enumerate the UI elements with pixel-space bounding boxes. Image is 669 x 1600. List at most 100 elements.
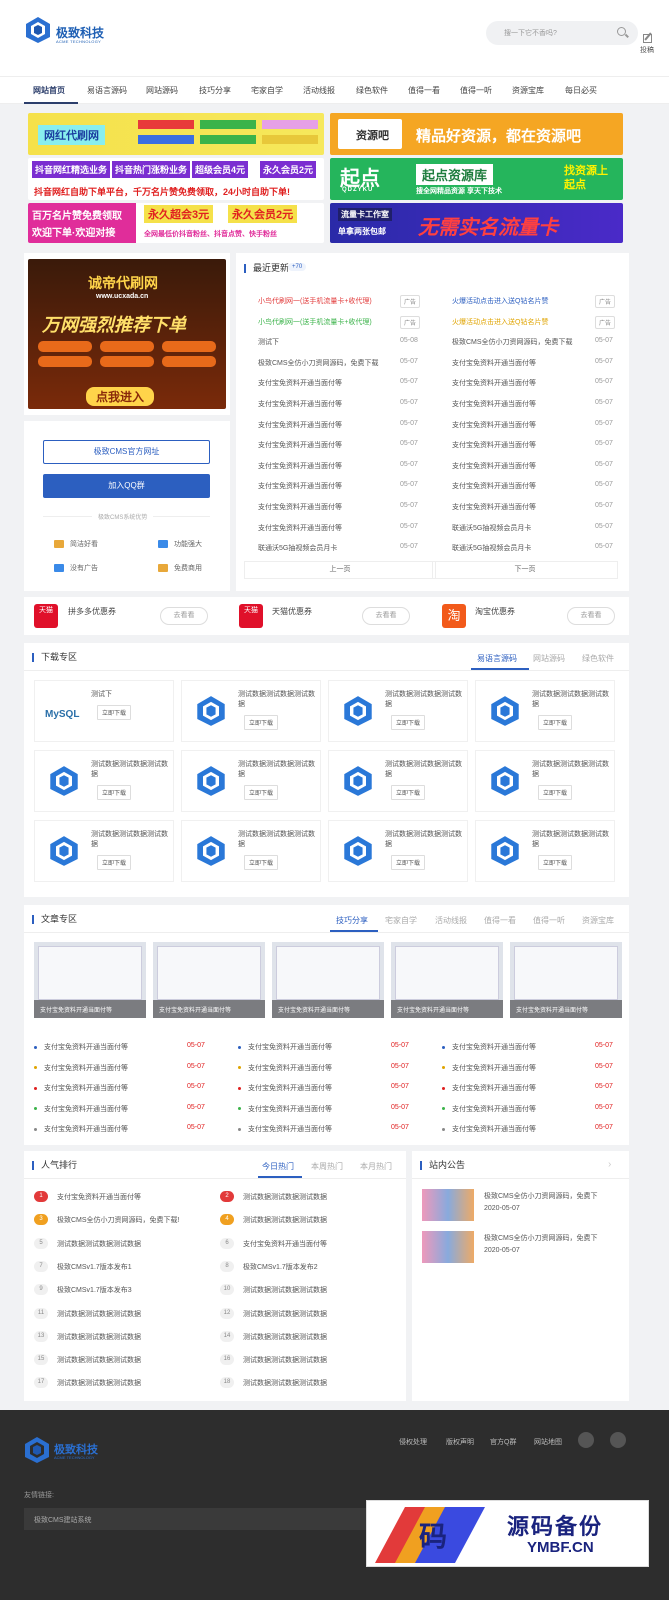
article-list-item[interactable]: 支付宝免资料开通当面付等	[34, 1083, 128, 1093]
recent-item-title[interactable]: 支付宝免资料开通当面付等	[258, 378, 342, 388]
ad-banner[interactable]: 资源吧 精品好资源，都在资源吧	[330, 113, 623, 155]
coupon-title[interactable]: 天猫优惠券	[272, 606, 312, 617]
tab[interactable]: 本月热门	[360, 1161, 392, 1172]
download-button[interactable]: 立即下载	[97, 855, 132, 870]
article-title[interactable]: 支付宝免资料开通当面付等	[44, 1085, 128, 1092]
article-title[interactable]: 支付宝免资料开通当面付等	[248, 1044, 332, 1051]
download-button[interactable]: 立即下载	[538, 785, 573, 800]
nav-item[interactable]: 技巧分享	[199, 85, 231, 96]
article-title[interactable]: 支付宝免资料开通当面付等	[248, 1085, 332, 1092]
article-title[interactable]: 支付宝免资料开通当面付等	[44, 1126, 128, 1133]
download-button[interactable]: 立即下载	[538, 855, 573, 870]
recent-item-title[interactable]: 支付宝免资料开通当面付等	[452, 420, 536, 430]
article-title[interactable]: 支付宝免资料开通当面付等	[248, 1126, 332, 1133]
official-site-button[interactable]: 极致CMS官方网址	[43, 440, 210, 464]
notice-title[interactable]: 极致CMS全仿小刀资网源码，免费下	[484, 1233, 598, 1243]
rank-title[interactable]: 测试数据测试数据测试数据	[243, 1309, 327, 1319]
tab[interactable]: 易语言源码	[477, 653, 517, 664]
article-list-item[interactable]: 支付宝免资料开通当面付等	[34, 1124, 128, 1134]
footer-link[interactable]: 网站地图	[534, 1437, 562, 1447]
rank-title[interactable]: 测试数据测试数据测试数据	[57, 1332, 141, 1342]
notice-thumbnail[interactable]	[422, 1231, 474, 1263]
download-button[interactable]: 立即下载	[97, 785, 132, 800]
article-title[interactable]: 支付宝免资料开通当面付等	[452, 1106, 536, 1113]
download-item[interactable]: 测试数据测试数据测试数据 立即下载	[328, 750, 468, 812]
nav-item[interactable]: 易语言源码	[87, 85, 127, 96]
rank-title[interactable]: 测试数据测试数据测试数据	[57, 1309, 141, 1319]
download-item[interactable]: 测试数据测试数据测试数据 立即下载	[475, 750, 615, 812]
ad-banner[interactable]: 流量卡工作室 单拿两张包邮 无需实名流量卡	[330, 203, 623, 243]
recent-item-title[interactable]: 小鸟代刷网一(送手机流量卡+收代理)	[258, 296, 372, 306]
article-title[interactable]: 支付宝免资料开通当面付等	[44, 1044, 128, 1051]
recent-item-title[interactable]: 支付宝免资料开通当面付等	[452, 399, 536, 409]
tab[interactable]: 值得一听	[533, 915, 565, 926]
rank-title[interactable]: 支付宝免资料开通当面付等	[243, 1239, 327, 1249]
nav-item[interactable]: 每日必买	[565, 85, 597, 96]
recent-item-title[interactable]: 火爆活动点击进入送Q钻名片赞	[452, 296, 548, 306]
article-thumbnail[interactable]: 支付宝免资料开通当面付等	[34, 942, 146, 1018]
download-button[interactable]: 立即下载	[97, 705, 132, 720]
recent-item-title[interactable]: 联通沃5G抽视频会员月卡	[258, 543, 337, 553]
recent-item-title[interactable]: 支付宝免资料开通当面付等	[258, 523, 342, 533]
article-list-item[interactable]: 支付宝免资料开通当面付等	[238, 1124, 332, 1134]
article-list-item[interactable]: 支付宝免资料开通当面付等	[34, 1063, 128, 1073]
join-qq-group-button[interactable]: 加入QQ群	[43, 474, 210, 498]
article-list-item[interactable]: 支付宝免资料开通当面付等	[34, 1104, 128, 1114]
download-button[interactable]: 立即下载	[244, 785, 279, 800]
next-page-button[interactable]: 下一页	[432, 561, 618, 579]
prev-page-button[interactable]: 上一页	[244, 561, 436, 579]
recent-item-title[interactable]: 火爆活动点击进入送Q钻名片赞	[452, 317, 548, 327]
article-thumbnail[interactable]: 支付宝免资料开通当面付等	[391, 942, 503, 1018]
coupon-title[interactable]: 拼多多优惠券	[68, 606, 116, 617]
article-list-item[interactable]: 支付宝免资料开通当面付等	[442, 1104, 536, 1114]
ad-banner[interactable]: 抖音网红精选业务 抖音热门涨粉业务 超级会员4元 永久会员2元 抖音网红自助下单…	[28, 158, 324, 200]
recent-item-title[interactable]: 支付宝免资料开通当面付等	[452, 378, 536, 388]
rank-title[interactable]: 测试数据测试数据测试数据	[243, 1378, 327, 1388]
rank-title[interactable]: 极致CMSv1.7版本发布3	[57, 1285, 132, 1295]
recent-item-title[interactable]: 支付宝免资料开通当面付等	[452, 358, 536, 368]
recent-item-title[interactable]: 支付宝免资料开通当面付等	[258, 440, 342, 450]
search-input[interactable]: 搜一下它不香吗?	[504, 28, 557, 38]
rank-title[interactable]: 测试数据测试数据测试数据	[57, 1378, 141, 1388]
rank-title[interactable]: 测试数据测试数据测试数据	[57, 1239, 141, 1249]
ad-banner[interactable]: 百万名片赞免费领取 欢迎下单·欢迎对接 永久超会3元 永久会员2元 全网最低价抖…	[28, 203, 324, 243]
download-button[interactable]: 立即下载	[391, 855, 426, 870]
download-item[interactable]: 测试数据测试数据测试数据 立即下载	[328, 680, 468, 742]
nav-item-home[interactable]: 网站首页	[33, 85, 65, 96]
article-list-item[interactable]: 支付宝免资料开通当面付等	[34, 1042, 128, 1052]
article-title[interactable]: 支付宝免资料开通当面付等	[248, 1106, 332, 1113]
article-title[interactable]: 支付宝免资料开通当面付等	[452, 1085, 536, 1092]
tab[interactable]: 活动线报	[435, 915, 467, 926]
side-ad-banner[interactable]: 诚帝代刷网 www.ucxada.cn 万网强烈推荐下单 点我进入	[28, 259, 226, 409]
download-item[interactable]: 测试数据测试数据测试数据 立即下载	[181, 680, 321, 742]
rank-title[interactable]: 测试数据测试数据测试数据	[243, 1285, 327, 1295]
tab[interactable]: 今日热门	[262, 1161, 294, 1172]
article-list-item[interactable]: 支付宝免资料开通当面付等	[442, 1083, 536, 1093]
article-title[interactable]: 支付宝免资料开通当面付等	[452, 1126, 536, 1133]
recent-item-title[interactable]: 支付宝免资料开通当面付等	[452, 481, 536, 491]
nav-item[interactable]: 值得一听	[460, 85, 492, 96]
footer-link[interactable]: 侵权处理	[399, 1437, 427, 1447]
nav-item[interactable]: 绿色软件	[356, 85, 388, 96]
rank-title[interactable]: 测试数据测试数据测试数据	[243, 1215, 327, 1225]
download-item[interactable]: 测试数据测试数据测试数据 立即下载	[475, 820, 615, 882]
recent-item-title[interactable]: 支付宝免资料开通当面付等	[258, 481, 342, 491]
article-title[interactable]: 支付宝免资料开通当面付等	[248, 1065, 332, 1072]
rank-title[interactable]: 测试数据测试数据测试数据	[243, 1192, 327, 1202]
tab[interactable]: 宅家自学	[385, 915, 417, 926]
article-title[interactable]: 支付宝免资料开通当面付等	[44, 1065, 128, 1072]
recent-item-title[interactable]: 支付宝免资料开通当面付等	[258, 420, 342, 430]
nav-item[interactable]: 值得一看	[408, 85, 440, 96]
chevron-right-icon[interactable]: ›	[608, 1159, 611, 1170]
coupon-title[interactable]: 淘宝优惠券	[475, 606, 515, 617]
article-list-item[interactable]: 支付宝免资料开通当面付等	[238, 1063, 332, 1073]
coupon-view-button[interactable]: 去看看	[567, 607, 615, 625]
footer-link[interactable]: 官方Q群	[490, 1437, 516, 1447]
recent-item-title[interactable]: 支付宝免资料开通当面付等	[258, 461, 342, 471]
tab[interactable]: 技巧分享	[336, 915, 368, 926]
recent-item-title[interactable]: 支付宝免资料开通当面付等	[258, 399, 342, 409]
article-list-item[interactable]: 支付宝免资料开通当面付等	[442, 1124, 536, 1134]
footer-link[interactable]: 版权声明	[446, 1437, 474, 1447]
tab[interactable]: 网站源码	[533, 653, 565, 664]
recent-item-title[interactable]: 联通沃5G抽视频会员月卡	[452, 543, 531, 553]
